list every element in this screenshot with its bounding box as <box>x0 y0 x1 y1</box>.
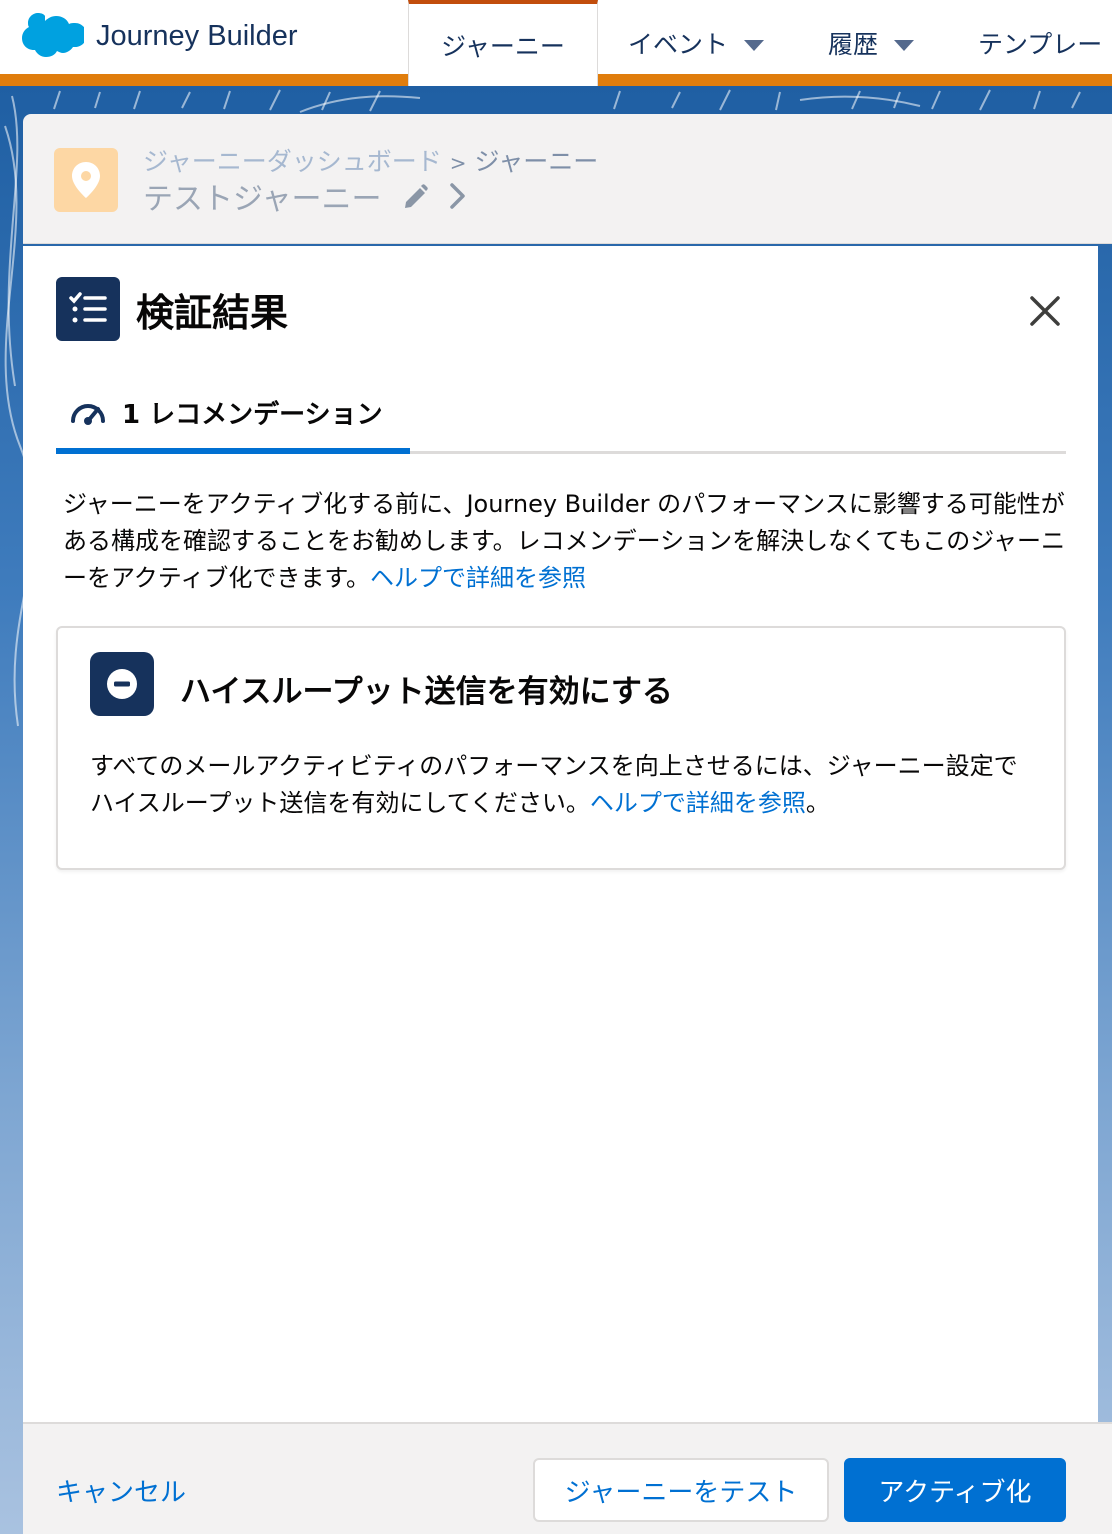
top-navigation: Journey Builder ジャーニー イベント 履歴 テンプレー <box>0 0 1112 86</box>
activate-button[interactable]: アクティブ化 <box>844 1458 1066 1522</box>
chevron-right-icon[interactable] <box>448 181 468 211</box>
panel-title: 検証結果 <box>136 291 289 335</box>
tab-journey[interactable]: ジャーニー <box>408 0 598 86</box>
tab-events-label: イベント <box>628 30 729 59</box>
recommendation-title: ハイスループット送信を有効にする <box>180 674 673 710</box>
tab-templates-label: テンプレー <box>978 30 1103 59</box>
panel-footer: キャンセル ジャーニーをテスト アクティブ化 <box>23 1422 1112 1534</box>
panel-tabbar: 1 レコメンデーション <box>56 376 1066 454</box>
journey-icon-tile <box>54 148 118 212</box>
tab-recommendations[interactable]: 1 レコメンデーション <box>56 376 410 454</box>
caret-down-icon <box>894 39 915 51</box>
checklist-icon <box>69 292 107 323</box>
cancel-button[interactable]: キャンセル <box>56 1472 186 1509</box>
recommendation-body: すべてのメールアクティビティのパフォーマンスを向上させるには、ジャーニー設定でハ… <box>90 748 1040 822</box>
tab-history-label: 履歴 <box>828 30 879 59</box>
recommendation-text: すべてのメールアクティビティのパフォーマンスを向上させるには、ジャーニー設定でハ… <box>90 752 1018 817</box>
gauge-icon <box>71 404 105 425</box>
location-pin-icon <box>72 162 100 198</box>
close-icon <box>1030 296 1060 326</box>
journey-name: テストジャーニー <box>143 182 382 217</box>
pencil-icon[interactable] <box>402 182 430 210</box>
breadcrumb-current: ジャーニー <box>474 147 599 176</box>
breadcrumb-separator: > <box>449 151 467 175</box>
validation-panel: 検証結果 1 レコメンデーション ジャーニーをアクティブ化する前に、Journe… <box>23 246 1098 1422</box>
recommendation-help-link[interactable]: ヘルプで詳細を参照 <box>590 789 806 817</box>
recommendation-suffix: 。 <box>805 789 830 817</box>
caret-down-icon <box>744 39 765 51</box>
recommendation-tab-text: レコメンデーション <box>149 399 383 430</box>
panel-icon-tile <box>56 277 120 341</box>
close-button[interactable] <box>1026 292 1064 330</box>
recommendation-icon-tile <box>90 652 154 716</box>
journey-title-row: テストジャーニー <box>143 174 468 218</box>
salesforce-cloud-icon <box>22 13 84 57</box>
app-name: Journey Builder <box>96 19 298 52</box>
minus-circle-icon <box>107 669 137 699</box>
intro-text-block: ジャーニーをアクティブ化する前に、Journey Builder のパフォーマン… <box>63 486 1068 597</box>
breadcrumb-dashboard-link[interactable]: ジャーニーダッシュボード <box>143 147 442 176</box>
breadcrumb: ジャーニーダッシュボード > ジャーニー <box>143 142 598 178</box>
tab-recommendations-label: 1 レコメンデーション <box>122 394 383 431</box>
test-journey-button[interactable]: ジャーニーをテスト <box>533 1458 829 1522</box>
brand[interactable]: Journey Builder <box>18 12 298 60</box>
journey-header: ジャーニーダッシュボード > ジャーニー テストジャーニー <box>23 114 1112 244</box>
tab-journey-label: ジャーニー <box>441 32 565 61</box>
intro-help-link[interactable]: ヘルプで詳細を参照 <box>370 564 586 592</box>
recommendation-count: 1 <box>122 399 141 430</box>
recommendation-card: ハイスループット送信を有効にする すべてのメールアクティビティのパフォーマンスを… <box>56 626 1066 870</box>
